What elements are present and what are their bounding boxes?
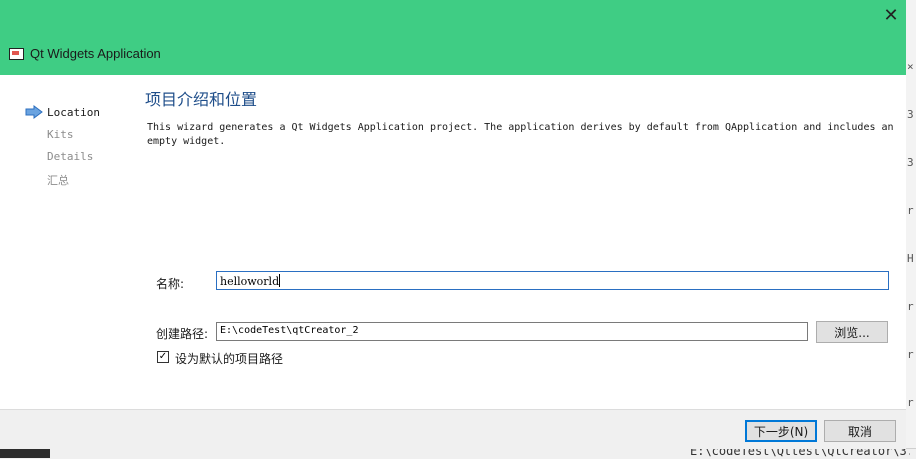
window-title: Qt Widgets Application xyxy=(30,46,161,61)
background-dark-panel xyxy=(0,448,50,458)
text-caret xyxy=(279,274,281,287)
wizard-dialog: Qt Widgets Application ✕ Location Kits D… xyxy=(0,0,906,449)
title-bar[interactable]: Qt Widgets Application ✕ xyxy=(0,0,906,75)
page-description: This wizard generates a Qt Widgets Appli… xyxy=(147,122,894,147)
background-editor-right: × 3 3 r H r r r xyxy=(906,0,916,458)
nav-step-location: Location xyxy=(47,106,100,119)
next-button[interactable]: 下一步(N) xyxy=(745,420,817,442)
wizard-footer: 下一步(N) 取消 xyxy=(0,409,906,449)
path-label: 创建路径: xyxy=(156,327,209,341)
nav-step-summary: 汇总 xyxy=(47,174,69,187)
project-name-input[interactable]: helloworld xyxy=(216,271,889,290)
default-path-checkbox-label[interactable]: 设为默认的项目路径 xyxy=(175,350,283,367)
page-title: 项目介绍和位置 xyxy=(145,90,258,109)
project-path-input[interactable]: E:\codeTest\qtCreator_2 xyxy=(216,322,808,341)
name-label: 名称: xyxy=(156,277,185,291)
current-step-arrow-icon xyxy=(25,105,43,119)
nav-step-details: Details xyxy=(47,150,94,163)
browse-button[interactable]: 浏览... xyxy=(816,321,888,343)
project-name-value: helloworld xyxy=(220,275,280,288)
app-window-icon xyxy=(9,48,24,60)
cancel-button[interactable]: 取消 xyxy=(824,420,896,442)
default-path-checkbox[interactable]: ✓ xyxy=(157,351,169,363)
project-path-value: E:\codeTest\qtCreator_2 xyxy=(220,325,359,336)
nav-step-kits: Kits xyxy=(47,128,74,141)
close-button[interactable]: ✕ xyxy=(876,0,906,30)
